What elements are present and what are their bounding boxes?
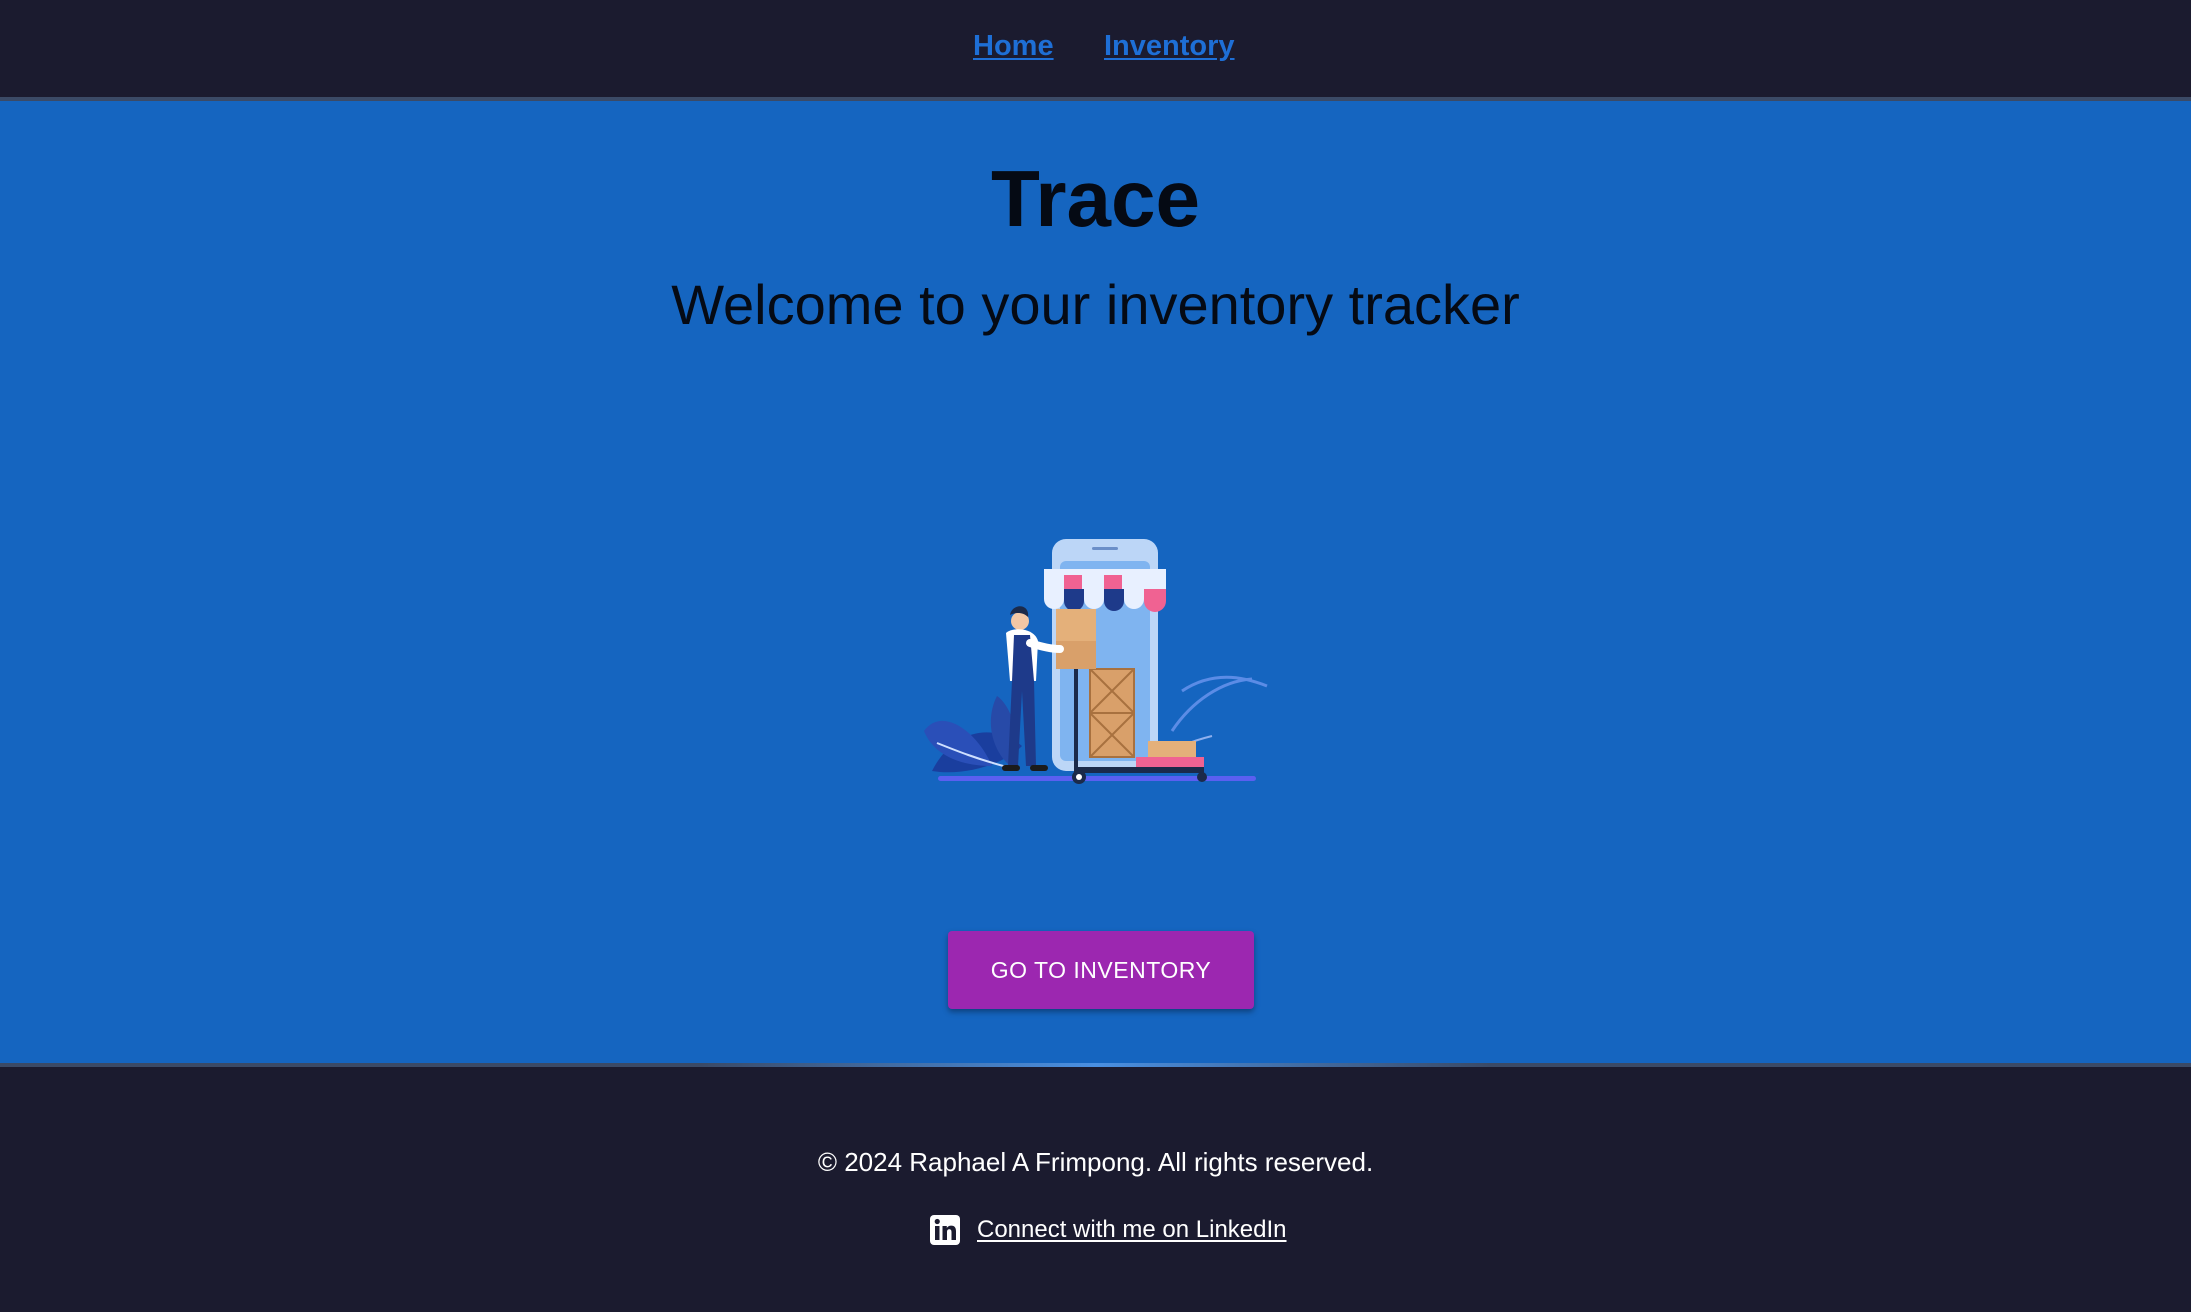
linkedin-row: Connect with me on LinkedIn — [929, 1213, 1287, 1247]
top-navigation: Home Inventory — [0, 0, 2191, 101]
copyright-text: © 2024 Raphael A Frimpong. All rights re… — [817, 1147, 1374, 1177]
inventory-illustration — [924, 539, 1268, 784]
page-title: Trace — [990, 154, 1201, 243]
footer-divider — [700, 1063, 1491, 1067]
hero-section: Trace Welcome to your inventory tracker — [0, 101, 2191, 1063]
linkedin-icon[interactable] — [929, 1214, 961, 1246]
linkedin-link[interactable]: Connect with me on LinkedIn — [977, 1216, 1287, 1244]
nav-link-home[interactable]: Home — [973, 30, 1054, 63]
nav-link-inventory[interactable]: Inventory — [1104, 30, 1235, 63]
page-subtitle: Welcome to your inventory tracker — [671, 273, 1520, 336]
footer: © 2024 Raphael A Frimpong. All rights re… — [0, 1063, 2191, 1312]
go-to-inventory-button[interactable]: GO TO INVENTORY — [948, 931, 1254, 1009]
